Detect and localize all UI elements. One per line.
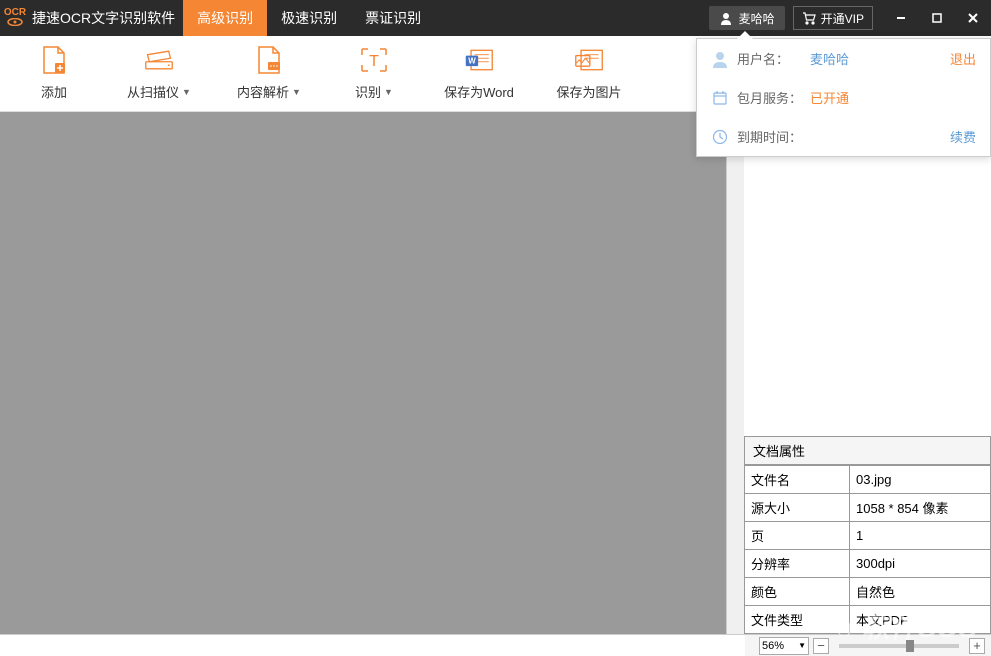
user-name-label: 麦哈哈 — [739, 10, 775, 27]
prop-value: 1 — [850, 522, 991, 550]
close-button[interactable] — [955, 0, 991, 36]
prop-key: 分辨率 — [745, 550, 850, 578]
recognize-label: 识别 — [355, 82, 381, 101]
table-row: 分辨率300dpi — [745, 550, 991, 578]
zoom-in-button[interactable]: + — [969, 638, 985, 654]
user-avatar-icon — [711, 50, 729, 68]
add-button[interactable]: 添加 — [4, 39, 104, 109]
table-row: 页1 — [745, 522, 991, 550]
user-icon — [719, 11, 733, 25]
horizontal-scrollbar[interactable] — [0, 634, 745, 656]
prop-key: 文件类型 — [745, 606, 850, 634]
calendar-icon — [711, 89, 729, 107]
slider-thumb[interactable] — [906, 640, 914, 652]
user-popup: 用户名： 麦哈哈 退出 包月服务： 已开通 到期时间： 续费 — [696, 38, 991, 157]
window-controls — [883, 0, 991, 36]
expiry-label: 到期时间： — [737, 127, 802, 146]
prop-key: 颜色 — [745, 578, 850, 606]
maximize-button[interactable] — [919, 0, 955, 36]
table-row: 文件类型本文PDF — [745, 606, 991, 634]
vip-label: 开通VIP — [821, 10, 864, 27]
service-value: 已开通 — [810, 88, 976, 107]
vip-button[interactable]: 开通VIP — [793, 6, 873, 30]
word-icon: W — [464, 46, 494, 74]
svg-text:T: T — [369, 53, 379, 70]
tab-fast[interactable]: 极速识别 — [267, 0, 351, 36]
properties-table: 文件名03.jpg 源大小1058 * 854 像素 页1 分辨率300dpi … — [744, 465, 991, 634]
table-row: 文件名03.jpg — [745, 466, 991, 494]
prop-key: 源大小 — [745, 494, 850, 522]
properties-header: 文档属性 — [744, 436, 991, 465]
right-panel: 文档属性 文件名03.jpg 源大小1058 * 854 像素 页1 分辨率30… — [744, 112, 991, 634]
prop-key: 文件名 — [745, 466, 850, 494]
service-label: 包月服务： — [737, 88, 802, 107]
recognize-icon: T — [359, 46, 389, 74]
app-title: 捷速OCR文字识别软件 — [30, 8, 183, 28]
save-word-button[interactable]: W 保存为Word — [424, 39, 534, 109]
zoom-slider[interactable] — [839, 644, 959, 648]
file-add-icon — [39, 46, 69, 74]
minimize-button[interactable] — [883, 0, 919, 36]
popup-arrow — [737, 31, 753, 39]
zoom-out-button[interactable]: − — [813, 638, 829, 654]
parse-label: 内容解析 — [237, 82, 289, 101]
save-image-button[interactable]: 保存为图片 — [534, 39, 644, 109]
parse-icon — [254, 46, 284, 74]
scanner-icon — [144, 46, 174, 74]
tab-advanced[interactable]: 高级识别 — [183, 0, 267, 36]
add-label: 添加 — [41, 82, 67, 101]
prop-value: 1058 * 854 像素 — [850, 494, 991, 522]
image-icon — [574, 46, 604, 74]
prop-value: 自然色 — [850, 578, 991, 606]
prop-value: 300dpi — [850, 550, 991, 578]
save-image-label: 保存为图片 — [556, 82, 621, 101]
chevron-down-icon: ▼ — [182, 87, 191, 97]
parse-button[interactable]: 内容解析▼ — [214, 39, 324, 109]
vertical-scrollbar[interactable] — [726, 112, 744, 634]
zoom-value: 56% — [762, 640, 784, 652]
clock-icon — [711, 128, 729, 146]
main-area: 文档属性 文件名03.jpg 源大小1058 * 854 像素 页1 分辨率30… — [0, 112, 991, 634]
svg-text:W: W — [468, 57, 476, 66]
preview-area — [744, 112, 991, 436]
logo-icon: OCR — [4, 8, 26, 29]
table-row: 源大小1058 * 854 像素 — [745, 494, 991, 522]
chevron-down-icon: ▼ — [384, 87, 393, 97]
prop-value: 本文PDF — [850, 606, 991, 634]
username-label: 用户名： — [737, 49, 802, 68]
logout-link[interactable]: 退出 — [950, 49, 976, 68]
zoom-select[interactable]: 56% ▼ — [759, 637, 809, 655]
main-tabs: 高级识别 极速识别 票证识别 — [183, 0, 435, 36]
prop-key: 页 — [745, 522, 850, 550]
prop-value: 03.jpg — [850, 466, 991, 494]
cart-icon — [802, 11, 816, 25]
chevron-down-icon: ▼ — [292, 87, 301, 97]
table-row: 颜色自然色 — [745, 578, 991, 606]
save-word-label: 保存为Word — [444, 82, 514, 101]
app-logo: OCR — [0, 0, 30, 36]
chevron-down-icon: ▼ — [798, 641, 806, 650]
renew-link[interactable]: 续费 — [950, 127, 976, 146]
title-bar: OCR 捷速OCR文字识别软件 高级识别 极速识别 票证识别 麦哈哈 开通VIP — [0, 0, 991, 36]
user-button[interactable]: 麦哈哈 — [709, 6, 785, 30]
username-value: 麦哈哈 — [810, 49, 942, 68]
zoom-bar: 56% ▼ − + — [745, 634, 991, 656]
tab-ticket[interactable]: 票证识别 — [351, 0, 435, 36]
canvas-area[interactable] — [0, 112, 726, 634]
recognize-button[interactable]: T 识别▼ — [324, 39, 424, 109]
scanner-label: 从扫描仪 — [127, 82, 179, 101]
scanner-button[interactable]: 从扫描仪▼ — [104, 39, 214, 109]
